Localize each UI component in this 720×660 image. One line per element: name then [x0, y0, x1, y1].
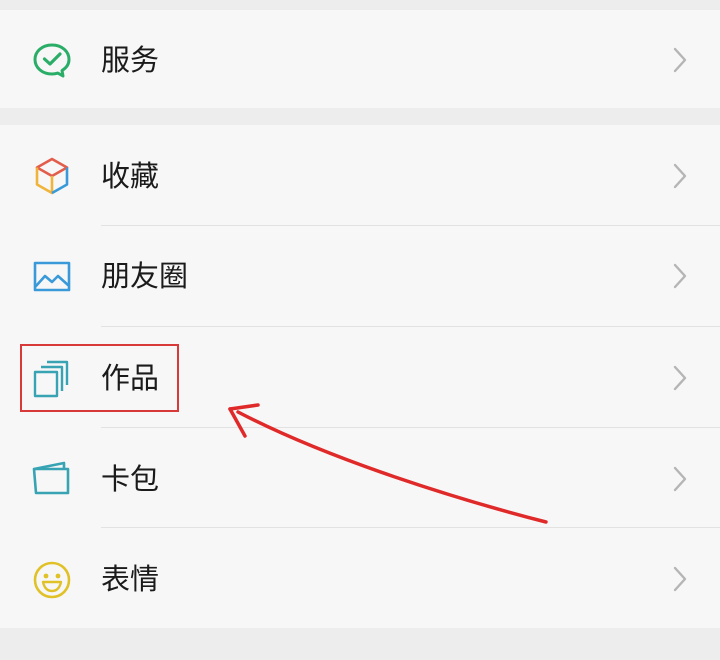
menu-item-moments[interactable]: 朋友圈 [0, 226, 720, 326]
highlight-box [20, 344, 179, 412]
menu-group-services: 服务 [0, 10, 720, 108]
menu-item-label: 服务 [101, 43, 160, 77]
moments-image-icon [33, 261, 71, 292]
card-wallet-icon [32, 461, 70, 495]
menu-item-services[interactable]: 服务 [0, 10, 720, 110]
chevron-right-icon [673, 566, 687, 592]
menu-item-label: 卡包 [101, 462, 160, 496]
menu-item-card-wallet[interactable]: 卡包 [0, 428, 720, 528]
chevron-right-icon [673, 47, 687, 73]
menu-item-label: 朋友圈 [101, 259, 189, 293]
smiley-icon [33, 561, 71, 599]
me-page-menu: 服务 收藏 朋友圈 作品 卡包 表情 [0, 0, 720, 660]
menu-item-label: 收藏 [101, 159, 160, 193]
chevron-right-icon [673, 163, 687, 189]
favorites-cube-icon [35, 157, 69, 195]
chevron-right-icon [673, 466, 687, 492]
wechat-pay-icon [33, 43, 71, 78]
chevron-right-icon [673, 263, 687, 289]
menu-item-favorites[interactable]: 收藏 [0, 125, 720, 225]
menu-item-label: 表情 [101, 562, 160, 596]
menu-item-stickers[interactable]: 表情 [0, 528, 720, 628]
chevron-right-icon [673, 365, 687, 391]
